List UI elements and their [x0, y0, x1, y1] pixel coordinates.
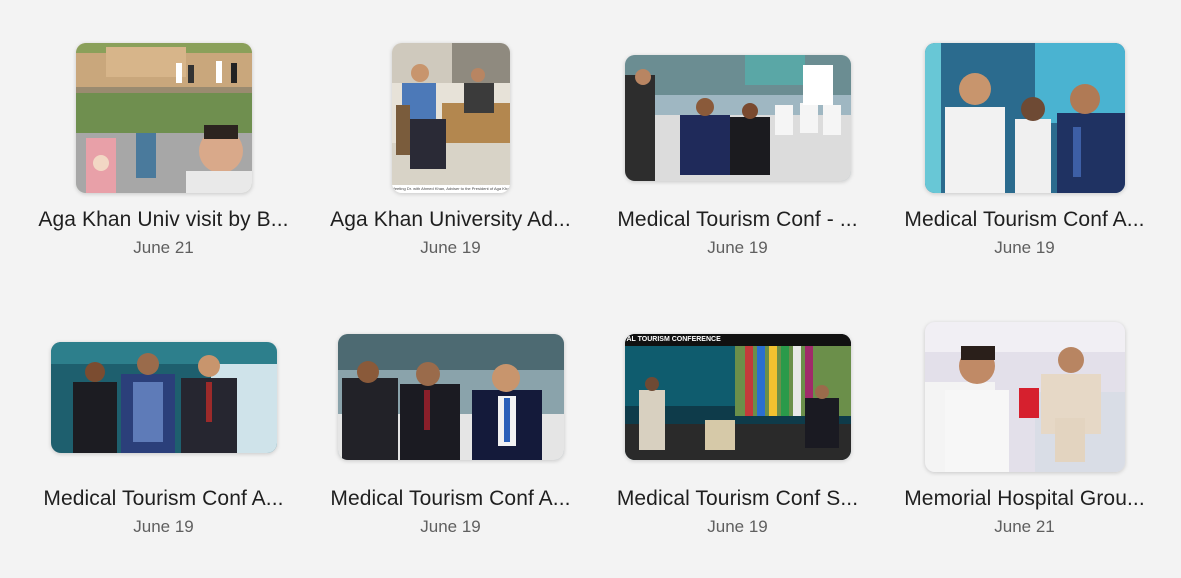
album-card[interactable]: Medical Tourism Conf A... June 19	[881, 38, 1168, 298]
album-thumbnail-frame[interactable]: Meeting Dr. with Ahmed Khan, Adviser to …	[307, 38, 594, 198]
album-date: June 19	[420, 517, 481, 536]
album-date: June 19	[133, 517, 194, 536]
album-title[interactable]: Medical Tourism Conf A...	[881, 208, 1168, 232]
photo-caption: AL TOURISM CONFERENCE	[624, 334, 851, 346]
album-thumbnail[interactable]	[337, 334, 564, 460]
photo-album-grid: Aga Khan Univ visit by B... June 21 Meet…	[0, 0, 1181, 578]
album-date: June 19	[707, 517, 768, 536]
album-card[interactable]: Aga Khan Univ visit by B... June 21	[20, 38, 307, 298]
album-thumbnail-frame[interactable]	[594, 38, 881, 198]
photo-hospital-bed-selfie	[924, 322, 1125, 472]
photo-conference-seated-audience	[624, 55, 851, 181]
album-card[interactable]: Memorial Hospital Grou... June 21	[881, 317, 1168, 577]
photo-outdoor-campus-selfie	[75, 43, 252, 193]
photo-three-men-blue-backdrop	[924, 43, 1125, 193]
album-thumbnail-frame[interactable]: AL TOURISM CONFERENCE	[594, 317, 881, 477]
album-thumbnail-frame[interactable]	[20, 317, 307, 477]
album-title[interactable]: Medical Tourism Conf A...	[20, 487, 307, 511]
album-title[interactable]: Memorial Hospital Grou...	[881, 487, 1168, 511]
photo-group-standing-portrait	[50, 341, 277, 453]
album-card[interactable]: Medical Tourism Conf A... June 19	[307, 317, 594, 577]
album-title[interactable]: Medical Tourism Conf A...	[307, 487, 594, 511]
album-thumbnail[interactable]: Meeting Dr. with Ahmed Khan, Adviser to …	[391, 43, 510, 193]
photo-stage-speaker-banner	[624, 334, 851, 460]
album-thumbnail[interactable]	[50, 341, 277, 453]
photo-man-seated-at-table	[391, 43, 510, 193]
album-date: June 21	[133, 238, 194, 257]
album-thumbnail[interactable]: AL TOURISM CONFERENCE	[624, 334, 851, 460]
album-thumbnail-frame[interactable]	[881, 38, 1168, 198]
album-date: June 21	[994, 517, 1055, 536]
album-thumbnail[interactable]	[75, 43, 252, 193]
album-title[interactable]: Medical Tourism Conf S...	[594, 487, 881, 511]
album-thumbnail-frame[interactable]	[881, 317, 1168, 477]
album-date: June 19	[994, 238, 1055, 257]
album-card[interactable]: Meeting Dr. with Ahmed Khan, Adviser to …	[307, 38, 594, 298]
album-title[interactable]: Aga Khan Univ visit by B...	[20, 208, 307, 232]
album-thumbnail[interactable]	[924, 322, 1125, 472]
album-date: June 19	[707, 238, 768, 257]
album-card[interactable]: Medical Tourism Conf - ... June 19	[594, 38, 881, 298]
album-thumbnail-frame[interactable]	[20, 38, 307, 198]
photo-caption: Meeting Dr. with Ahmed Khan, Adviser to …	[391, 185, 510, 193]
album-thumbnail[interactable]	[624, 55, 851, 181]
album-card[interactable]: Medical Tourism Conf A... June 19	[20, 317, 307, 577]
album-date: June 19	[420, 238, 481, 257]
photo-seated-guests-front-row	[337, 334, 564, 460]
album-thumbnail[interactable]	[924, 43, 1125, 193]
album-thumbnail-frame[interactable]	[307, 317, 594, 477]
album-title[interactable]: Aga Khan University Ad...	[307, 208, 594, 232]
album-title[interactable]: Medical Tourism Conf - ...	[594, 208, 881, 232]
album-card[interactable]: AL TOURISM CONFERENCE Medical Tourism Co…	[594, 317, 881, 577]
